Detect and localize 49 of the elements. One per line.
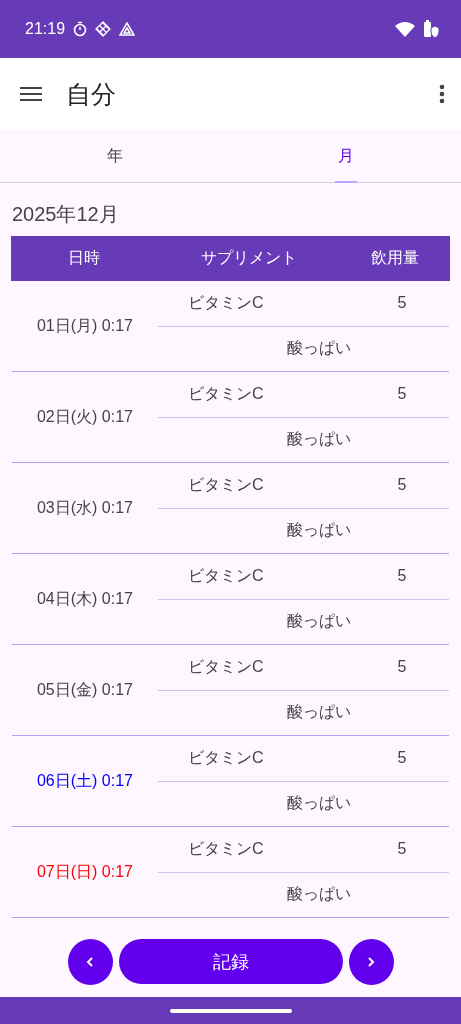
amount-cell-text: 5 <box>396 840 408 859</box>
amount-cell-text: 5 <box>396 476 408 495</box>
triangle-icon <box>119 22 136 36</box>
month-title: 2025年12月 <box>11 202 120 227</box>
date-cell-text: 01日(月) 0:17 <box>35 315 134 336</box>
date-cell-text: 06日(土) 0:17 <box>35 770 134 791</box>
supplement-cell-text: ビタミンC <box>188 565 265 586</box>
note-cell: 酸っぱい <box>286 520 351 542</box>
amount-cell-text: 5 <box>396 749 408 768</box>
note-cell: 酸っぱい <box>286 702 351 724</box>
date-cell-text: 04日(木) 0:17 <box>35 588 134 609</box>
record-button[interactable]: 記録 <box>118 939 343 984</box>
amount-cell-text: 5 <box>396 658 408 677</box>
amount-cell-text: 5 <box>396 294 408 313</box>
status-time: 21:19 <box>25 20 66 38</box>
wifi-icon <box>395 21 415 37</box>
note-cell: 酸っぱい <box>286 338 351 360</box>
note-cell: 酸っぱい <box>286 793 351 815</box>
battery-shield-icon <box>423 19 439 39</box>
date-cell-text: 05日(金) 0:17 <box>35 679 134 700</box>
stopwatch-icon <box>73 21 88 37</box>
tab[interactable]: 月 <box>230 130 461 182</box>
column-header: サプリメント <box>200 248 297 269</box>
date-cell-text: 02日(火) 0:17 <box>35 406 134 427</box>
amount-cell-text: 5 <box>396 385 408 404</box>
column-header: 飲用量 <box>371 248 419 269</box>
menu-icon <box>20 86 42 102</box>
column-header: 日時 <box>68 248 100 269</box>
more-options-icon <box>439 84 445 104</box>
note-cell: 酸っぱい <box>286 429 351 451</box>
supplement-cell-text: ビタミンC <box>188 383 265 404</box>
previous-button[interactable] <box>67 938 113 985</box>
note-cell: 酸っぱい <box>286 611 351 633</box>
supplement-cell-text: ビタミンC <box>188 292 265 313</box>
date-cell-text: 03日(水) 0:17 <box>35 497 134 518</box>
supplement-cell-text: ビタミンC <box>188 474 265 495</box>
date-cell-text: 07日(日) 0:17 <box>35 861 134 882</box>
supplement-cell-text: ビタミンC <box>188 838 265 859</box>
app-bar-title: 自分 <box>66 78 117 111</box>
home-indicator[interactable] <box>169 1008 292 1013</box>
tab[interactable]: 年 <box>0 130 231 182</box>
supplement-cell-text: ビタミンC <box>188 747 265 768</box>
chevron-right-icon <box>367 955 375 968</box>
next-button[interactable] <box>348 938 394 985</box>
supplement-cell-text: ビタミンC <box>188 656 265 677</box>
diamond-grid-icon <box>95 21 112 37</box>
note-cell: 酸っぱい <box>286 884 351 906</box>
chevron-left-icon <box>86 955 94 968</box>
amount-cell-text: 5 <box>396 567 408 586</box>
